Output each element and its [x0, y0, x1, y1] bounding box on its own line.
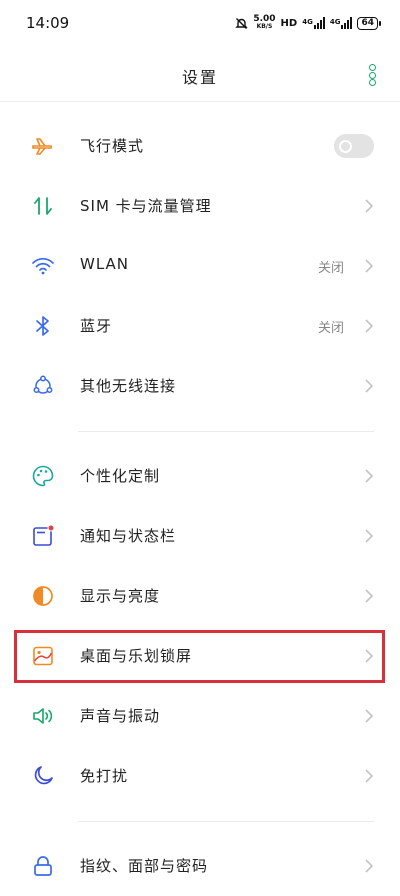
settings-item-airplane-mode[interactable]: 飞行模式 — [0, 116, 400, 176]
settings-item-label: WLAN — [80, 255, 130, 273]
airplane-icon — [32, 138, 53, 155]
settings-item-display-brightness[interactable]: 显示与亮度 — [0, 566, 400, 626]
lock-icon — [34, 856, 52, 876]
settings-item-label: 显示与亮度 — [80, 587, 161, 605]
settings-item-other-wireless[interactable]: 其他无线连接 — [0, 356, 400, 416]
settings-item-label: 通知与状态栏 — [80, 527, 177, 545]
settings-item-wlan[interactable]: WLAN 关闭 — [0, 236, 400, 296]
settings-item-notifications[interactable]: 通知与状态栏 — [0, 506, 400, 566]
chevron-right-icon — [365, 709, 374, 723]
chevron-right-icon — [365, 469, 374, 483]
settings-item-value: 关闭 — [317, 261, 344, 276]
settings-item-personalization[interactable]: 个性化定制 — [0, 446, 400, 506]
settings-item-label: 指纹、面部与密码 — [80, 857, 209, 875]
wireless-connections-icon — [33, 375, 53, 394]
chevron-right-icon — [365, 379, 374, 393]
brightness-icon — [33, 586, 53, 606]
data-transfer-icon — [34, 197, 52, 215]
section-divider — [78, 821, 374, 822]
settings-item-label: 飞行模式 — [80, 137, 145, 155]
settings-item-value: 关闭 — [317, 321, 344, 336]
header-divider — [0, 101, 400, 102]
settings-item-label: SIM 卡与流量管理 — [80, 197, 212, 215]
settings-item-sim-data[interactable]: SIM 卡与流量管理 — [0, 176, 400, 236]
bluetooth-icon — [36, 316, 49, 336]
signal-icon — [313, 17, 325, 29]
hd-indicator: HD — [280, 17, 298, 29]
wifi-icon — [32, 257, 54, 275]
title-bar: 设置 — [0, 44, 400, 102]
settings-item-label: 其他无线连接 — [80, 377, 177, 395]
settings-item-label: 个性化定制 — [80, 467, 161, 485]
palette-icon — [32, 465, 54, 487]
settings-item-sound-vibration[interactable]: 声音与振动 — [0, 686, 400, 746]
settings-item-fingerprint-face-password[interactable]: 指纹、面部与密码 — [0, 836, 400, 896]
settings-item-do-not-disturb[interactable]: 免打扰 — [0, 746, 400, 806]
speed-value: 5.00 — [253, 14, 276, 24]
network-speed: 5.00 KB/S — [253, 15, 275, 31]
chevron-right-icon — [365, 259, 374, 273]
chevron-right-icon — [365, 529, 374, 543]
status-icons: 5.00 KB/S HD 4G 4G 64 — [235, 14, 381, 32]
net-label-2: 4G — [329, 18, 341, 26]
moon-icon — [34, 766, 53, 785]
signal-icon — [341, 17, 353, 29]
more-vertical-icon[interactable] — [368, 64, 376, 86]
chevron-right-icon — [365, 859, 374, 873]
highlight-box — [14, 630, 385, 683]
chevron-right-icon — [365, 319, 374, 333]
settings-item-label: 声音与振动 — [80, 707, 161, 725]
status-bar: 14:09 5.00 KB/S HD 4G 4G 64 — [0, 0, 400, 44]
page-title: 设置 — [181, 68, 218, 87]
settings-item-label: 免打扰 — [80, 767, 129, 785]
settings-item-bluetooth[interactable]: 蓝牙 关闭 — [0, 296, 400, 356]
chevron-right-icon — [365, 199, 374, 213]
status-time: 14:09 — [26, 14, 70, 32]
bell-muted-icon — [235, 17, 249, 29]
battery-icon: 64 — [357, 16, 381, 30]
chevron-right-icon — [365, 769, 374, 783]
chevron-right-icon — [365, 589, 374, 603]
section-divider — [78, 431, 374, 432]
net-label-1: 4G — [302, 18, 313, 26]
speed-unit: KB/S — [256, 23, 273, 30]
speaker-vibrate-icon — [33, 708, 53, 724]
notification-icon — [33, 524, 55, 546]
airplane-mode-toggle[interactable] — [334, 134, 374, 158]
settings-item-label: 蓝牙 — [80, 317, 113, 335]
